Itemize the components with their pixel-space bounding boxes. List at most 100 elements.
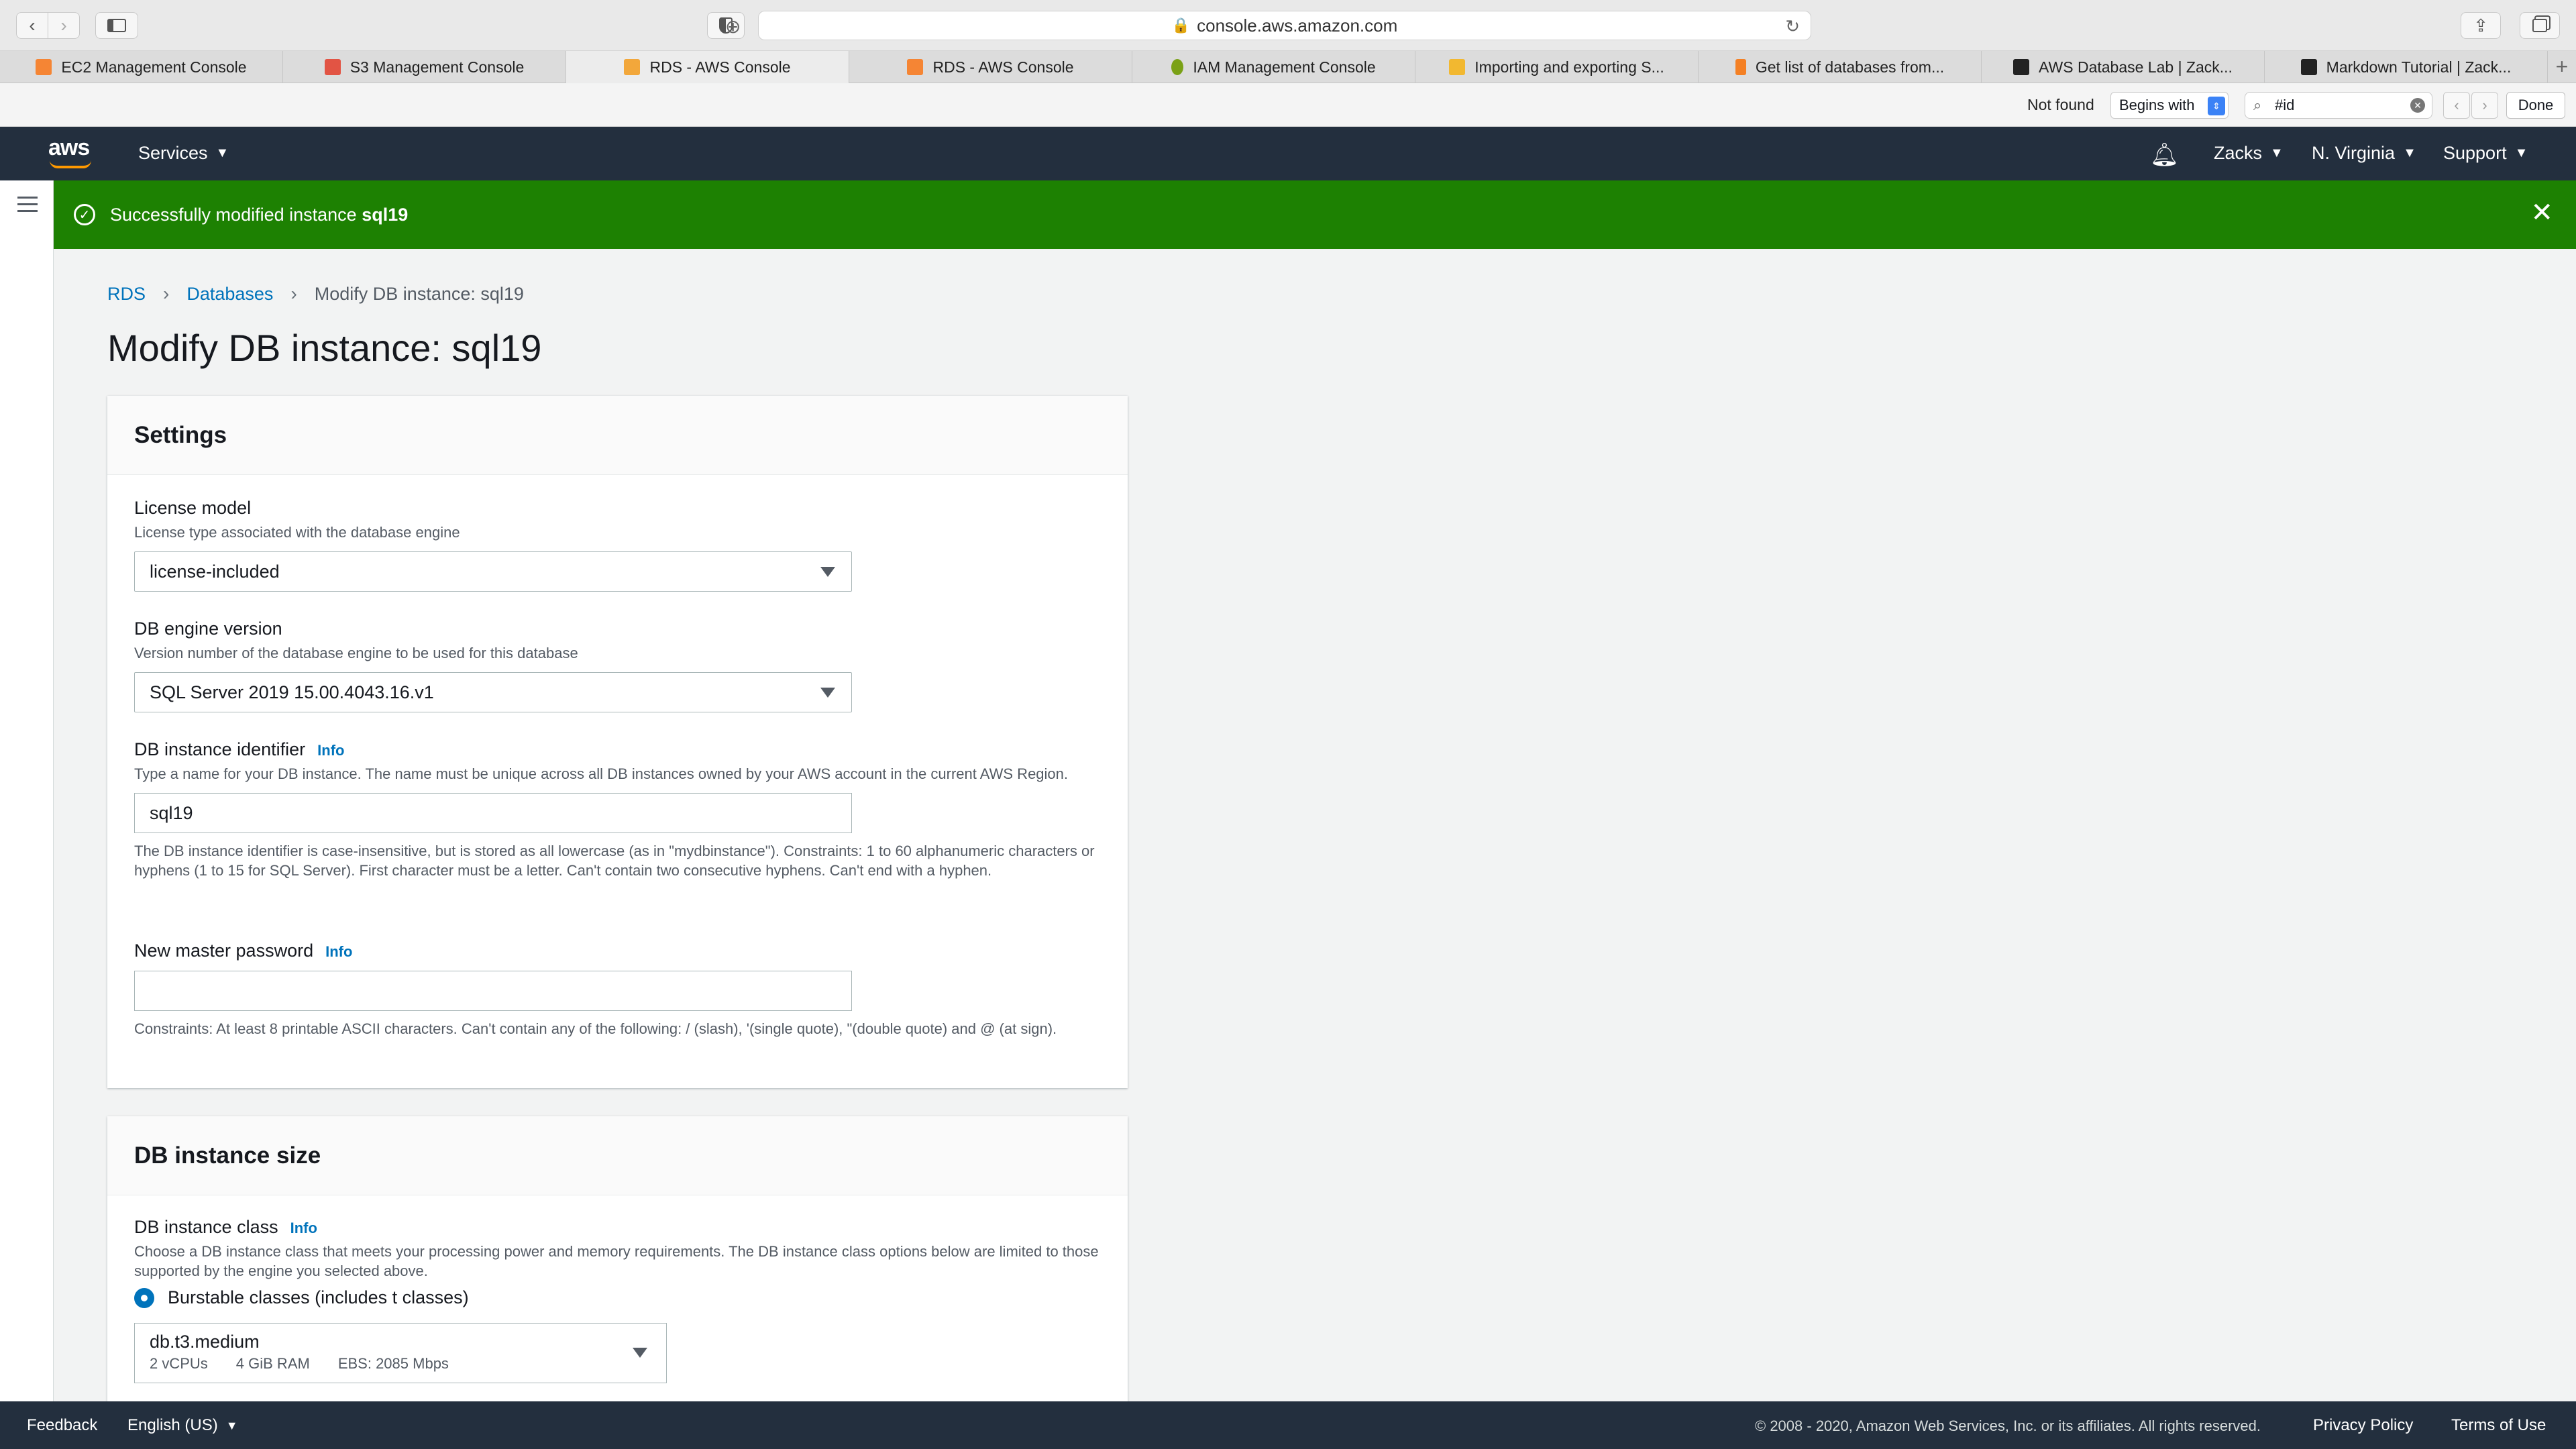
page-title: Modify DB instance: sql19 [107, 327, 542, 369]
aws-header: aws Services ▼ 🔔︎ Zacks ▼ N. Virginia ▼ Sup… [0, 127, 2576, 180]
services-label: Services [138, 143, 208, 163]
info-link[interactable]: Info [290, 1220, 317, 1236]
instance-identifier-field: DB instance identifier Info Type a name f… [134, 739, 1100, 880]
caret-down-icon: ▼ [2403, 146, 2416, 160]
add-icon[interactable]: ⊕ [725, 15, 741, 38]
engine-version-field: DB engine version Version number of the … [134, 619, 1100, 712]
menu-icon[interactable] [17, 197, 38, 217]
bell-icon[interactable]: 🔔︎ [2150, 142, 2179, 168]
tab-label: S3 Management Console [350, 58, 525, 76]
breadcrumb-rds[interactable]: RDS [107, 284, 146, 305]
browser-tab-active[interactable]: RDS - AWS Console [566, 51, 849, 83]
master-password-label: New master password Info [134, 941, 1100, 961]
instance-identifier-input[interactable]: sql19 [134, 793, 852, 833]
flash-instance-name: sql19 [362, 204, 409, 225]
master-password-input[interactable] [134, 971, 852, 1011]
caret-down-icon: ▼ [2514, 146, 2528, 160]
caret-down-icon [820, 688, 835, 698]
burstable-classes-radio[interactable]: Burstable classes (includes t classes) [134, 1287, 1100, 1308]
instance-identifier-description: Type a name for your DB instance. The na… [134, 765, 1069, 782]
chevron-right-icon: › [163, 283, 170, 304]
engine-version-description: Version number of the database engine to… [134, 645, 578, 661]
browser-tab[interactable]: S3 Management Console [283, 51, 566, 83]
new-tab-button[interactable]: + [2548, 51, 2576, 83]
instance-size-heading: DB instance size [107, 1116, 1128, 1195]
region-name: N. Virginia [2312, 143, 2396, 163]
find-mode-select[interactable]: Begins with ⇕ [2110, 92, 2229, 119]
back-button[interactable]: ‹ [16, 12, 48, 39]
privacy-policy-link[interactable]: Privacy Policy [2313, 1416, 2413, 1435]
master-password-field: New master password Info Constraints: At … [134, 941, 1100, 1038]
browser-tab[interactable]: Get list of databases from... [1699, 51, 1982, 83]
license-model-label: License model [134, 498, 252, 518]
instance-size-panel: DB instance size DB instance class Info C… [107, 1116, 1128, 1401]
rds-favicon-icon [907, 59, 924, 75]
region-menu[interactable]: N. Virginia ▼ [2312, 143, 2416, 164]
address-bar[interactable]: ⊕ 🔒 console.aws.amazon.com ↻ [725, 11, 1811, 40]
flash-message: Successfully modified instance sql19 [110, 205, 408, 225]
master-password-label-text: New master password [134, 941, 314, 961]
instance-class-label-text: DB instance class [134, 1217, 278, 1237]
info-link[interactable]: Info [325, 943, 352, 960]
clear-icon[interactable]: ✕ [2410, 98, 2425, 113]
language-selector[interactable]: English (US) ▼ [127, 1416, 238, 1435]
find-done-button[interactable]: Done [2506, 92, 2565, 119]
support-label: Support [2443, 143, 2507, 163]
tab-label: Get list of databases from... [1755, 58, 1945, 76]
find-input[interactable]: ⌕ #id ✕ [2245, 92, 2432, 119]
chevron-left-icon: ‹ [2454, 97, 2459, 113]
account-menu[interactable]: Zacks ▼ [2214, 143, 2284, 164]
stackoverflow-favicon-icon [1735, 59, 1746, 75]
find-next-button[interactable]: › [2471, 92, 2498, 119]
engine-version-value: SQL Server 2019 15.00.4043.16.v1 [150, 682, 434, 702]
sidebar-icon [107, 19, 126, 32]
info-link[interactable]: Info [317, 742, 344, 759]
reload-icon[interactable]: ↻ [1785, 16, 1800, 37]
ebs-spec: EBS: 2085 Mbps [337, 1355, 449, 1372]
forward-button[interactable]: › [48, 12, 80, 39]
terms-of-use-link[interactable]: Terms of Use [2451, 1416, 2546, 1435]
breadcrumb-current: Modify DB instance: sql19 [314, 283, 524, 304]
feedback-link[interactable]: Feedback [27, 1416, 97, 1435]
caret-down-icon [633, 1348, 647, 1358]
close-icon[interactable]: ✕ [2530, 199, 2553, 226]
aws-logo[interactable]: aws [48, 135, 97, 172]
share-button[interactable]: ⇪ [2461, 12, 2501, 39]
caret-down-icon: ▼ [2270, 146, 2284, 160]
tab-overview-button[interactable] [2520, 12, 2560, 39]
docs-favicon-icon [1449, 59, 1466, 75]
instance-identifier-label-text: DB instance identifier [134, 739, 306, 759]
browser-tab[interactable]: RDS - AWS Console [849, 51, 1132, 83]
find-mode-value: Begins with [2119, 97, 2195, 113]
instance-identifier-value: sql19 [150, 802, 193, 823]
license-model-select[interactable]: license-included [134, 551, 852, 592]
tab-label: RDS - AWS Console [649, 58, 791, 76]
share-icon: ⇪ [2473, 15, 2488, 36]
browser-tab[interactable]: IAM Management Console [1132, 51, 1415, 83]
browser-tab[interactable]: AWS Database Lab | Zack... [1982, 51, 2265, 83]
side-navigation-toggle [0, 180, 54, 1401]
support-menu[interactable]: Support ▼ [2443, 143, 2528, 164]
engine-version-select[interactable]: SQL Server 2019 15.00.4043.16.v1 [134, 672, 852, 712]
browser-tab[interactable]: Markdown Tutorial | Zack... [2265, 51, 2548, 83]
instance-class-field: DB instance class Info Choose a DB instan… [134, 1217, 1100, 1383]
browser-tab[interactable]: Importing and exporting S... [1415, 51, 1699, 83]
find-previous-button[interactable]: ‹ [2443, 92, 2470, 119]
services-menu[interactable]: Services ▼ [138, 143, 229, 164]
tab-bar: EC2 Management Console S3 Management Con… [0, 51, 2576, 83]
caret-down-icon: ▼ [215, 146, 229, 160]
tab-label: EC2 Management Console [61, 58, 247, 76]
language-value: English (US) [127, 1416, 218, 1434]
browser-toolbar: ‹ › ⊕ 🔒 console.aws.amazon.com ↻ ⇪ [0, 0, 2576, 51]
browser-tab[interactable]: EC2 Management Console [0, 51, 283, 83]
rds-favicon-icon [624, 59, 641, 75]
engine-version-label: DB engine version [134, 619, 282, 639]
tabs-icon [2532, 19, 2547, 32]
license-model-value: license-included [150, 561, 280, 582]
ram-spec: 4 GiB RAM [235, 1355, 310, 1372]
breadcrumb-databases[interactable]: Databases [186, 284, 273, 305]
instance-class-select[interactable]: db.t3.medium 2 vCPUs 4 GiB RAM EBS: 2085… [134, 1323, 667, 1383]
vcpu-spec: 2 vCPUs [150, 1355, 208, 1372]
find-status: Not found [2027, 96, 2094, 113]
sidebar-toggle-button[interactable] [95, 12, 138, 39]
